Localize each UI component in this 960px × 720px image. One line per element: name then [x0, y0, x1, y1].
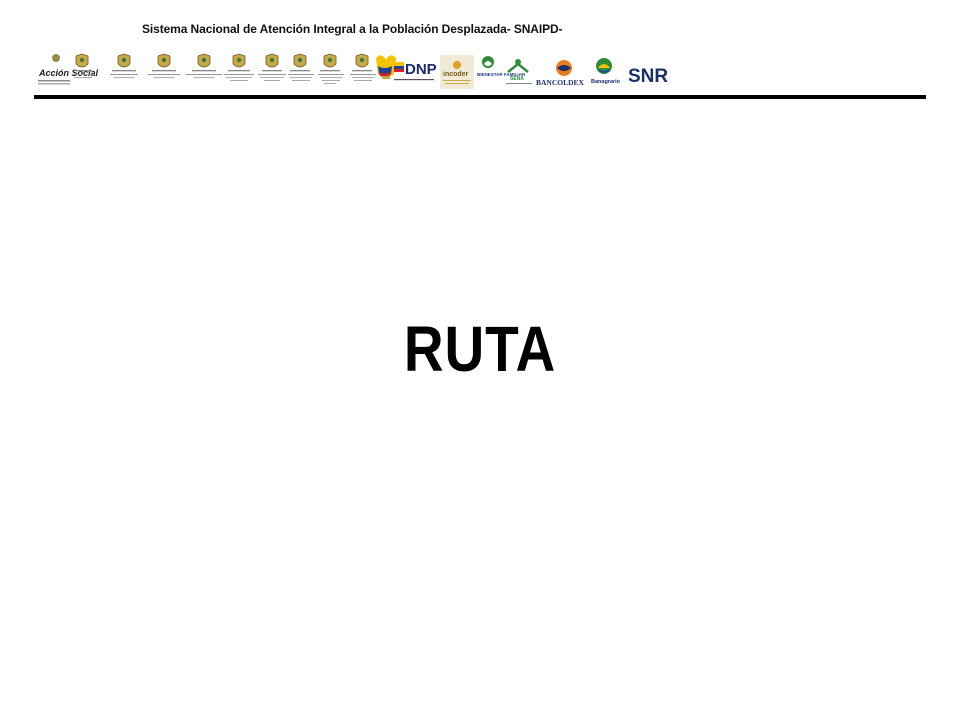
- accion-social-label: Acción Social: [38, 68, 99, 78]
- header-divider: [34, 95, 926, 99]
- incoder-logo: incoder: [440, 55, 474, 89]
- snr-logo: SNR: [628, 66, 668, 87]
- ministry-seal-2: [110, 53, 138, 78]
- accion-social-logo: Acción Social: [38, 54, 99, 85]
- ministry-seal-6: [258, 53, 286, 81]
- sena-label: SENA: [510, 76, 524, 82]
- institution-logo-strip: Acción Social DNP incoder BIENESTAR FAMI…: [36, 52, 676, 92]
- banagrario-logo: Banagrario: [591, 58, 621, 85]
- banagrario-label: Banagrario: [591, 79, 621, 85]
- snr-label: SNR: [628, 66, 668, 87]
- ministry-seal-1: [72, 53, 94, 78]
- ministry-seal-7: [288, 53, 314, 81]
- slide-title: RUTA: [403, 313, 557, 385]
- dnp-logo: DNP: [394, 61, 437, 81]
- bancoldex-logo: BANCOLDEX: [536, 60, 585, 87]
- ministry-seal-4: [186, 53, 222, 78]
- incoder-label: incoder: [443, 71, 469, 78]
- header-title: Sistema Nacional de Atención Integral a …: [142, 22, 563, 36]
- bancoldex-label: BANCOLDEX: [536, 78, 585, 87]
- ministry-seal-3: [148, 53, 180, 78]
- ministry-seal-5: [224, 53, 254, 81]
- dnp-label: DNP: [405, 61, 437, 78]
- ministry-seal-9: [350, 53, 376, 81]
- ministry-seal-8: [318, 53, 344, 84]
- colombia-emblem-logo: [376, 55, 396, 79]
